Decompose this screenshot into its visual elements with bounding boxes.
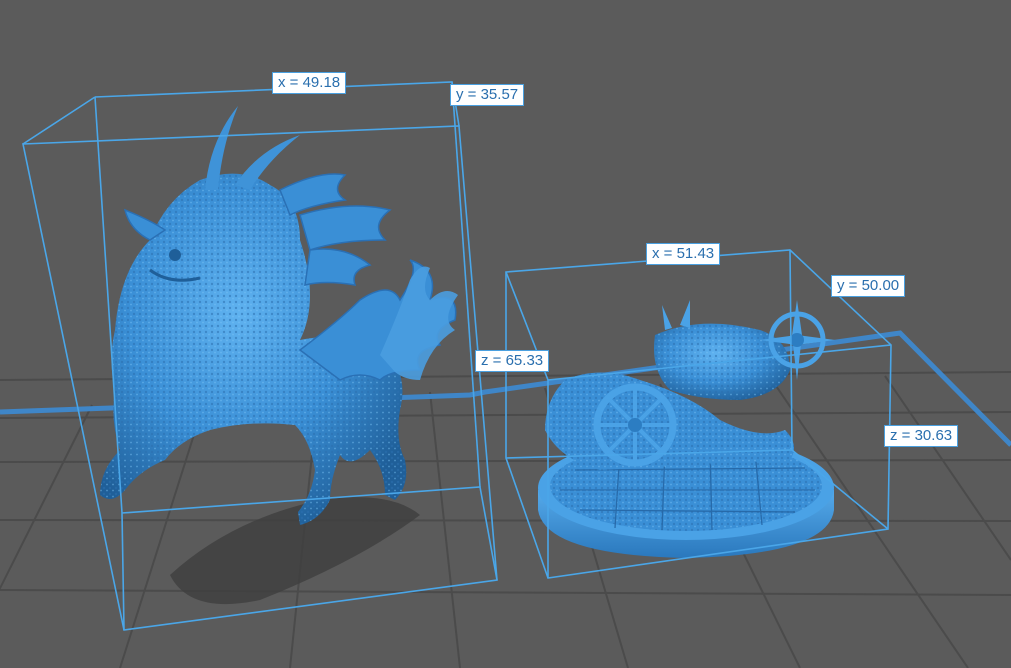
qilin-y-dimension-label: y = 35.57 (450, 84, 525, 106)
qilin-x-dimension-label: x = 49.18 (272, 72, 347, 94)
3d-viewport[interactable]: x = 49.18 y = 35.57 z = 65.33 x = 51.43 … (0, 0, 1011, 668)
cannon-z-dimension-label: z = 30.63 (884, 425, 959, 447)
qilin-z-dimension-label: z = 65.33 (475, 350, 550, 372)
cannon-y-dimension-label: y = 50.00 (831, 275, 906, 297)
cannon-x-dimension-label: x = 51.43 (646, 243, 721, 265)
qilin-model[interactable] (100, 106, 458, 605)
